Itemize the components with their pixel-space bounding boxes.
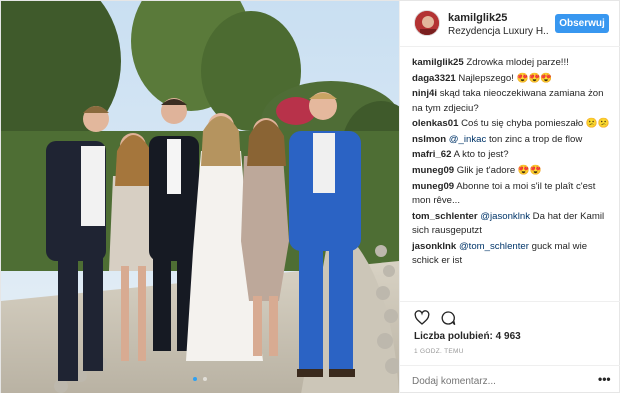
- add-comment-input[interactable]: [412, 374, 582, 388]
- post-side-panel: kamilglik25 Rezydencja Luxury H... Obser…: [399, 1, 620, 393]
- heart-icon[interactable]: [414, 310, 430, 326]
- comment-text: A kto to jest?: [453, 149, 509, 161]
- more-options-icon[interactable]: •••: [598, 372, 611, 386]
- post-location[interactable]: Rezydencja Luxury H...: [448, 26, 548, 37]
- comment-text: Zdrowka mlodej parze!!!: [466, 57, 569, 68]
- avatar[interactable]: [414, 10, 440, 36]
- comment-item: kamilglik25 Zdrowka mlodej parze!!!: [412, 56, 612, 70]
- post-photo[interactable]: [1, 1, 399, 393]
- likes-count[interactable]: Liczba polubień: 4 963: [414, 331, 521, 342]
- comment-username[interactable]: daga3321: [412, 73, 456, 84]
- comment-username[interactable]: nslmon: [412, 134, 446, 145]
- comment-username[interactable]: olenkas01: [412, 118, 458, 129]
- carousel-dot-active: [192, 377, 197, 381]
- comment-item: olenkas01 Coś tu się chyba pomieszało 😕😕: [412, 117, 612, 131]
- comment-text: Najlepszego! 😍😍😍: [458, 72, 553, 84]
- comment-item: ninj4i skąd taka nieoczekiwana zamiana ż…: [412, 87, 612, 116]
- comment-mention[interactable]: @tom_schlenter: [459, 241, 529, 252]
- post-author-username[interactable]: kamilglik25: [448, 12, 507, 24]
- likes-number: 4 963: [495, 331, 521, 342]
- comment-username[interactable]: muneg09: [412, 165, 454, 176]
- comment-item: muneg09 Abonne toi a moi s'il te plaît c…: [412, 180, 612, 209]
- comment-username[interactable]: tom_schlenter: [412, 211, 478, 222]
- comment-username[interactable]: ninj4i: [412, 88, 437, 99]
- comment-username[interactable]: kamilglik25: [412, 57, 464, 68]
- comment-text: ton zinc a trop de flow: [488, 133, 583, 145]
- post-timestamp[interactable]: 1 GODZ. TEMU: [414, 348, 464, 355]
- comment-mention[interactable]: @jasonklnk: [480, 211, 530, 222]
- comment-item: muneg09 Glik je t'adore 😍😍: [412, 164, 612, 178]
- avatar-image: [415, 11, 439, 35]
- comment-item: tom_schlenter @jasonklnk Da hat der Kami…: [412, 210, 612, 239]
- comment-item: nslmon @_inkac ton zinc a trop de flow: [412, 133, 612, 147]
- comment-mention[interactable]: @_inkac: [449, 134, 486, 145]
- instagram-post: kamilglik25 Rezydencja Luxury H... Obser…: [0, 0, 620, 393]
- comment-item: daga3321 Najlepszego! 😍😍😍: [412, 72, 612, 86]
- post-header: kamilglik25 Rezydencja Luxury H... Obser…: [400, 1, 620, 47]
- wedding-group-photo: [1, 1, 399, 393]
- follow-button[interactable]: Obserwuj: [555, 14, 609, 33]
- comment-username[interactable]: muneg09: [412, 181, 454, 192]
- comment-item: jasonklnk @tom_schlenter guck mal wie sc…: [412, 240, 612, 269]
- likes-label: Liczba polubień:: [414, 331, 493, 342]
- carousel-indicator: [1, 368, 399, 386]
- post-actions: [400, 301, 620, 331]
- comment-text: Coś tu się chyba pomieszało 😕😕: [461, 118, 610, 130]
- comment-username[interactable]: jasonklnk: [412, 241, 456, 252]
- carousel-dot: [203, 377, 208, 381]
- comments-list: kamilglik25 Zdrowka mlodej parze!!! daga…: [412, 56, 612, 270]
- comment-username[interactable]: mafri_62: [412, 149, 451, 160]
- comment-item: mafri_62 A kto to jest?: [412, 148, 612, 162]
- add-comment-bar: •••: [400, 365, 620, 393]
- comment-text: Glik je t'adore 😍😍: [456, 164, 542, 176]
- speech-bubble-icon[interactable]: [440, 310, 456, 326]
- comment-text: skąd taka nieoczekiwana zamiana żon na t…: [412, 88, 604, 114]
